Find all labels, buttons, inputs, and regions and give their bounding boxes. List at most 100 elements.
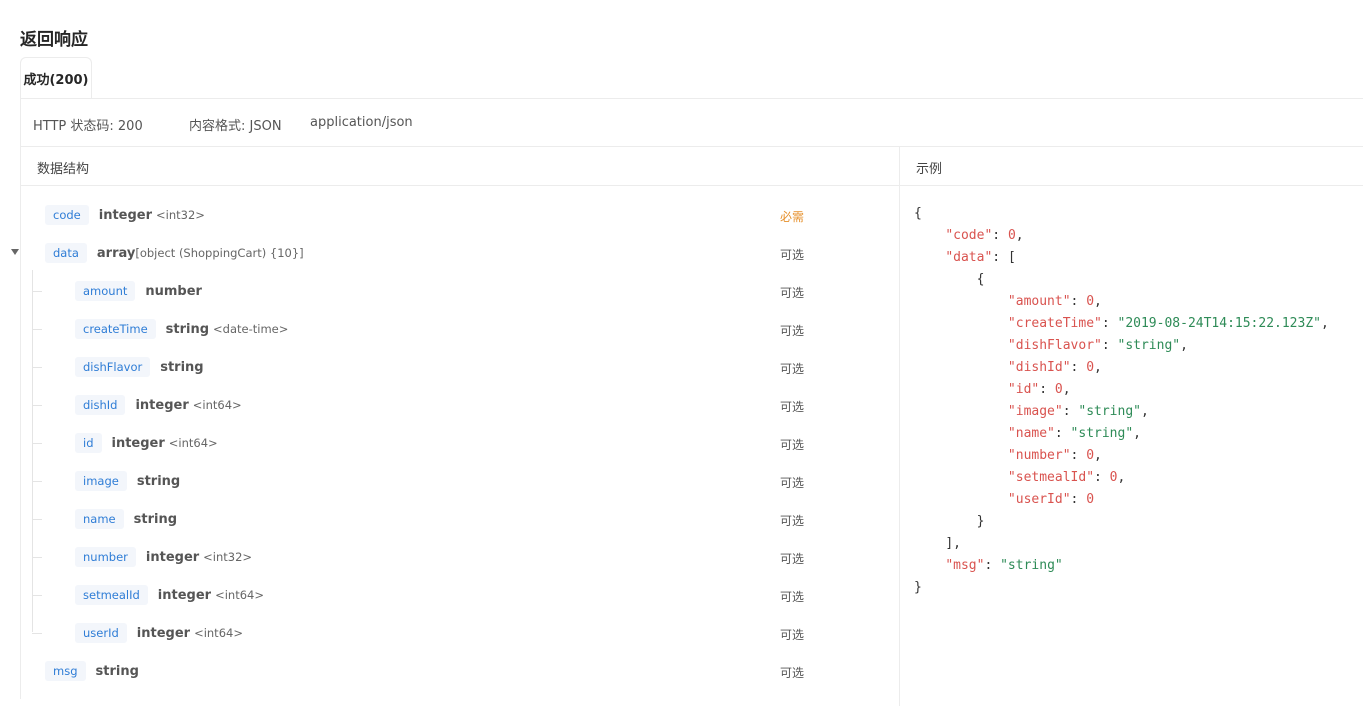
field-row-dishId: dishId integer <int64> — [75, 394, 242, 416]
code-key: "createTime" — [1007, 316, 1102, 331]
code-key: "msg" — [945, 558, 985, 573]
field-row-msg: msg string — [45, 660, 139, 682]
code-brace: { — [914, 206, 922, 221]
code-brace: } — [976, 514, 985, 529]
field-name-tag[interactable]: msg — [45, 661, 86, 681]
optional-label: 可选 — [780, 514, 805, 528]
column-divider — [899, 146, 900, 706]
field-row-number: number integer <int32> — [75, 546, 252, 568]
field-name-tag[interactable]: name — [75, 509, 124, 529]
field-name-tag[interactable]: createTime — [75, 319, 156, 339]
field-type: integer — [111, 435, 165, 451]
example-header: 示例 — [900, 146, 1363, 186]
tree-connector — [32, 519, 42, 520]
section-title: 返回响应 — [20, 30, 88, 50]
tree-connector — [32, 633, 42, 634]
field-name-tag[interactable]: number — [75, 547, 136, 567]
field-type: array — [96, 245, 136, 261]
code-value: 0 — [1054, 382, 1063, 397]
field-name-tag[interactable]: dishFlavor — [75, 357, 151, 377]
code-brace: } — [914, 580, 922, 595]
code-value: "2019-08-24T14:15:22.123Z" — [1117, 316, 1322, 331]
field-name-tag[interactable]: setmealId — [75, 585, 148, 605]
field-row-data[interactable]: data array [object (ShoppingCart) {10}] — [45, 242, 304, 264]
code-value: 0 — [1086, 492, 1095, 507]
code-value: "string" — [1078, 404, 1141, 419]
optional-label: 可选 — [780, 552, 805, 566]
optional-label: 可选 — [780, 628, 805, 642]
code-value: 0 — [1086, 294, 1095, 309]
field-row-amount: amount number — [75, 280, 202, 302]
tab-label: 成功(200) — [23, 72, 89, 88]
field-name-tag[interactable]: data — [45, 243, 87, 263]
code-key: "data" — [945, 250, 993, 265]
field-name-tag[interactable]: userId — [75, 623, 127, 643]
example-code-block: { "code": 0, "data": [ { "amount": 0, "c… — [914, 206, 1329, 595]
code-key: "id" — [1007, 382, 1040, 397]
optional-label: 可选 — [780, 324, 805, 338]
field-format: <int64> — [194, 626, 243, 640]
field-format: [object (ShoppingCart) {10}] — [135, 246, 304, 260]
optional-label: 可选 — [780, 476, 805, 490]
field-row-createTime: createTime string <date-time> — [75, 318, 288, 340]
caret-down-icon[interactable] — [11, 249, 19, 255]
tree-connector — [32, 595, 42, 596]
code-value: "string" — [1070, 426, 1134, 441]
content-format: 内容格式: JSON — [189, 119, 282, 134]
code-key: "code" — [945, 228, 993, 243]
optional-label: 可选 — [780, 590, 805, 604]
structure-header: 数据结构 — [21, 146, 899, 186]
field-name-tag[interactable]: code — [45, 205, 89, 225]
field-type: string — [160, 359, 204, 375]
code-value: 0 — [1007, 228, 1016, 243]
field-row-userId: userId integer <int64> — [75, 622, 243, 644]
tab-success-200[interactable]: 成功(200) — [20, 57, 92, 98]
code-key: "name" — [1007, 426, 1055, 441]
code-brace: { — [976, 272, 985, 287]
field-type: number — [145, 283, 202, 299]
field-name-tag[interactable]: amount — [75, 281, 136, 301]
optional-label: 可选 — [780, 400, 805, 414]
field-row-dishFlavor: dishFlavor string — [75, 356, 204, 378]
optional-label: 可选 — [780, 286, 805, 300]
field-row-id: id integer <int64> — [75, 432, 218, 454]
tree-connector — [32, 481, 42, 482]
status-row: HTTP 状态码: 200 内容格式: JSON application/jso… — [21, 99, 1363, 147]
tree-connector — [32, 291, 42, 292]
code-bracket: [ — [1007, 250, 1016, 265]
required-label: 必需 — [780, 210, 805, 224]
field-type: string — [133, 511, 178, 527]
code-value: "string" — [1117, 338, 1181, 353]
tree-connector — [32, 443, 42, 444]
field-format: <int64> — [192, 398, 242, 412]
tree-connector — [32, 329, 42, 330]
code-value: "string" — [1000, 558, 1063, 573]
field-name-tag[interactable]: id — [75, 433, 102, 453]
field-type: integer — [157, 587, 212, 603]
code-key: "dishId" — [1007, 360, 1071, 375]
code-key: "userId" — [1007, 492, 1071, 507]
field-row-setmealId: setmealId integer <int64> — [75, 584, 264, 606]
field-row-image: image string — [75, 470, 180, 492]
field-type: string — [165, 321, 210, 337]
field-format: <int32> — [203, 550, 253, 564]
field-type: integer — [145, 549, 200, 565]
field-name-tag[interactable]: image — [75, 471, 127, 491]
field-format: <date-time> — [213, 322, 289, 336]
optional-label: 可选 — [780, 666, 805, 680]
tree-connector — [32, 367, 42, 368]
field-name-tag[interactable]: dishId — [75, 395, 126, 415]
http-status-code: HTTP 状态码: 200 — [33, 119, 143, 134]
optional-label: 可选 — [780, 248, 805, 262]
code-bracket: ], — [945, 536, 961, 551]
field-format: <int64> — [215, 588, 264, 602]
tree-line — [32, 270, 33, 632]
code-value: 0 — [1086, 448, 1095, 463]
field-row-code: code integer <int32> — [45, 204, 205, 226]
field-type: string — [95, 663, 139, 679]
field-type: string — [136, 473, 181, 489]
field-type: integer — [98, 207, 153, 223]
optional-label: 可选 — [780, 438, 805, 452]
code-key: "image" — [1007, 404, 1063, 419]
field-format: <int64> — [168, 436, 218, 450]
